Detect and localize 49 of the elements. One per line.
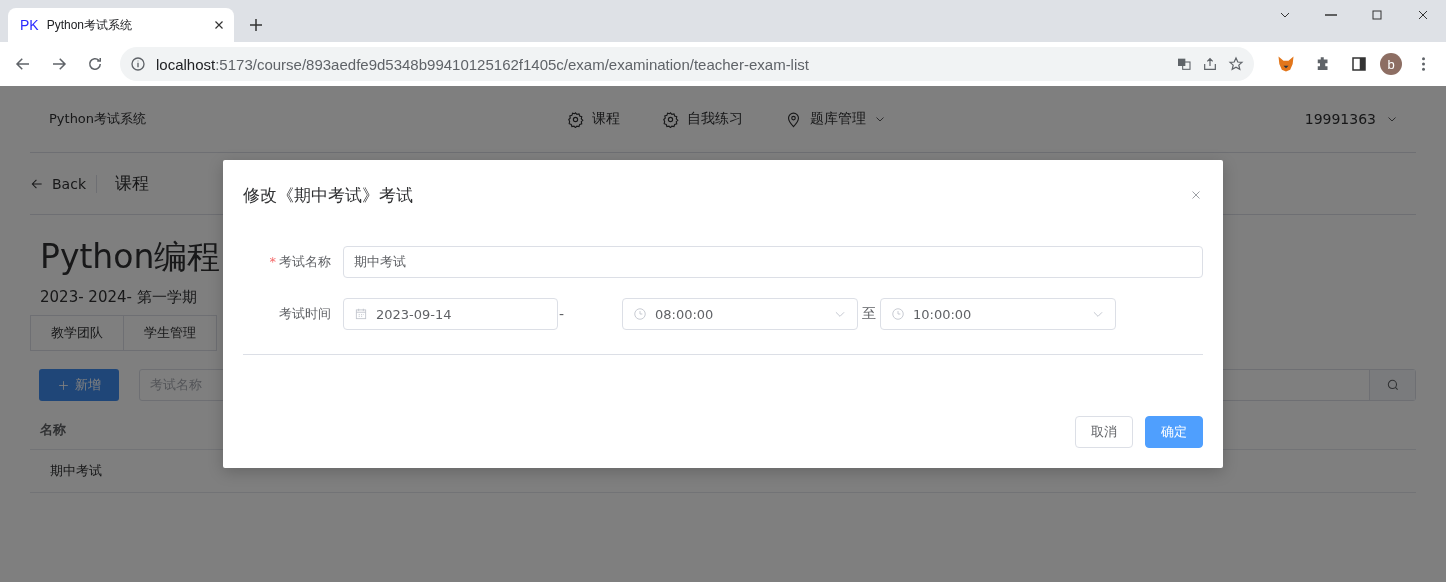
clock-icon — [633, 307, 647, 321]
range-separator: 至 — [861, 305, 877, 323]
gear-icon — [662, 110, 679, 128]
menu-icon — [1421, 57, 1425, 71]
page-heading: 课程 — [115, 172, 149, 195]
info-icon — [130, 56, 146, 72]
calendar-icon — [354, 307, 368, 321]
profile-avatar[interactable]: b — [1380, 53, 1402, 75]
nav-item[interactable]: 自我练习 — [662, 110, 743, 128]
dialog-title: 修改《期中考试》考试 — [243, 183, 413, 207]
nav-item[interactable]: 题库管理 — [785, 110, 886, 128]
time-field[interactable]: 08:00:00 — [622, 298, 858, 330]
tab-title: Python考试系统 — [46, 16, 134, 34]
clock-icon — [891, 307, 905, 321]
star-icon — [1228, 56, 1244, 72]
search-button[interactable] — [1369, 370, 1415, 400]
nav-item[interactable]: 课程 — [567, 110, 620, 128]
side-panel-icon — [1350, 55, 1368, 73]
app-brand: Python考试系统 — [49, 110, 148, 128]
field-label: * 考试名称 — [268, 253, 332, 271]
url-text: localhost:5173/course/893aedfe9d5348b99410125162f1405c/exam/examination/teacher-exam-list — [156, 55, 810, 73]
location-pin-icon — [785, 110, 802, 128]
browser-tab[interactable]: PK Python考试系统 — [8, 8, 234, 42]
user-menu[interactable]: 19991363 — [1304, 111, 1398, 127]
plus-icon — [247, 16, 265, 34]
reload-icon — [86, 55, 104, 73]
share-icon — [1202, 56, 1218, 72]
plus-icon — [57, 378, 70, 392]
arrow-right-icon — [50, 55, 68, 73]
date-field[interactable]: 2023-09-14 — [343, 298, 558, 330]
cancel-button[interactable]: 取消 — [1075, 416, 1133, 448]
favicon: PK — [20, 17, 39, 33]
translate-icon — [1176, 56, 1192, 72]
range-separator: - — [558, 306, 566, 322]
input-field[interactable]: 期中考试 — [343, 246, 1203, 278]
course-title: Python编程 — [40, 236, 221, 278]
add-button[interactable]: 新增 — [39, 369, 119, 401]
field-label: 考试时间 — [278, 305, 332, 323]
time-field[interactable]: 10:00:00 — [880, 298, 1116, 330]
address-bar[interactable]: localhost:5173/course/893aedfe9d5348b99410125162f1405c/exam/examination/teacher-exam-list — [120, 47, 1254, 81]
maximize-icon — [1369, 7, 1385, 23]
minimize-icon — [1325, 14, 1337, 16]
confirm-button[interactable]: 确定 — [1145, 416, 1203, 448]
back-link[interactable]: Back — [30, 174, 97, 193]
arrow-left-icon — [14, 55, 32, 73]
gear-icon — [567, 110, 584, 128]
fox-icon — [1276, 54, 1296, 74]
course-term: 2023- 2024- 第一学期 — [40, 288, 198, 307]
search-icon — [1385, 378, 1400, 392]
